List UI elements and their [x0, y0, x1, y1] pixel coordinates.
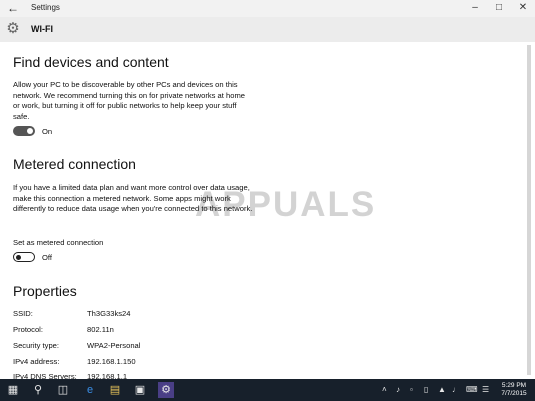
- find-devices-description: Allow your PC to be discoverable by othe…: [13, 80, 245, 121]
- taskbar: ▦ ⚲ ◫ e ▤ ▣ ⚙ ˄ ♪ ▫ ▯ ▲ ♩ ⌨ ☰ 5:29 PM 7/…: [0, 379, 535, 401]
- property-key: Security type:: [13, 341, 60, 350]
- property-key: SSID:: [13, 309, 33, 318]
- find-devices-toggle[interactable]: [13, 126, 35, 136]
- find-devices-heading: Find devices and content: [13, 54, 169, 70]
- keyboard-icon[interactable]: ⌨: [466, 385, 478, 395]
- property-value: WPA2-Personal: [87, 341, 141, 350]
- page-header: ⚙ WI-FI: [0, 17, 535, 42]
- metered-toggle[interactable]: [13, 252, 35, 262]
- task-view-icon[interactable]: ◫: [55, 382, 71, 398]
- battery-icon[interactable]: ▯: [424, 385, 428, 395]
- property-value: 192.168.1.150: [87, 357, 136, 366]
- gear-icon: ⚙: [6, 20, 20, 37]
- edge-browser-icon[interactable]: e: [82, 382, 98, 398]
- file-explorer-icon[interactable]: ▤: [107, 382, 123, 398]
- search-icon[interactable]: ⚲: [30, 382, 46, 398]
- store-icon[interactable]: ▣: [132, 382, 148, 398]
- metered-toggle-state: Off: [42, 253, 52, 262]
- settings-app-icon[interactable]: ⚙: [158, 382, 174, 398]
- wifi-icon[interactable]: ▲: [438, 385, 446, 395]
- property-key: Protocol:: [13, 325, 43, 334]
- volume-icon[interactable]: ♩: [452, 385, 460, 395]
- metered-description: If you have a limited data plan and want…: [13, 183, 253, 214]
- minimize-button[interactable]: –: [468, 1, 482, 15]
- window-title-bar: ← Settings – □ ✕: [0, 0, 535, 17]
- clock-time: 5:29 PM: [501, 382, 527, 389]
- notifications-icon[interactable]: ▫: [410, 385, 413, 395]
- windows-start-icon[interactable]: ▦: [5, 382, 21, 398]
- property-value: Th3G33ks24: [87, 309, 131, 318]
- clock-date: 7/7/2015: [501, 390, 527, 397]
- maximize-button[interactable]: □: [492, 1, 506, 15]
- metered-heading: Metered connection: [13, 156, 136, 172]
- properties-heading: Properties: [13, 283, 77, 299]
- page-title: WI-FI: [31, 24, 53, 34]
- toggle-knob: [27, 128, 33, 134]
- taskbar-clock[interactable]: 5:29 PM 7/7/2015: [499, 382, 529, 398]
- show-hidden-icons-icon[interactable]: ˄: [382, 385, 387, 395]
- network-tray-icon[interactable]: ♪: [396, 385, 400, 395]
- toggle-knob: [16, 254, 21, 260]
- find-devices-toggle-state: On: [42, 127, 53, 136]
- property-key: IPv4 address:: [13, 357, 60, 366]
- action-center-icon[interactable]: ☰: [482, 385, 489, 395]
- close-button[interactable]: ✕: [516, 1, 530, 15]
- window-title: Settings: [31, 3, 60, 12]
- back-arrow-icon[interactable]: ←: [6, 1, 20, 15]
- property-value: 802.11n: [87, 325, 114, 334]
- metered-setting-label: Set as metered connection: [13, 238, 104, 247]
- scrollbar[interactable]: [527, 45, 531, 375]
